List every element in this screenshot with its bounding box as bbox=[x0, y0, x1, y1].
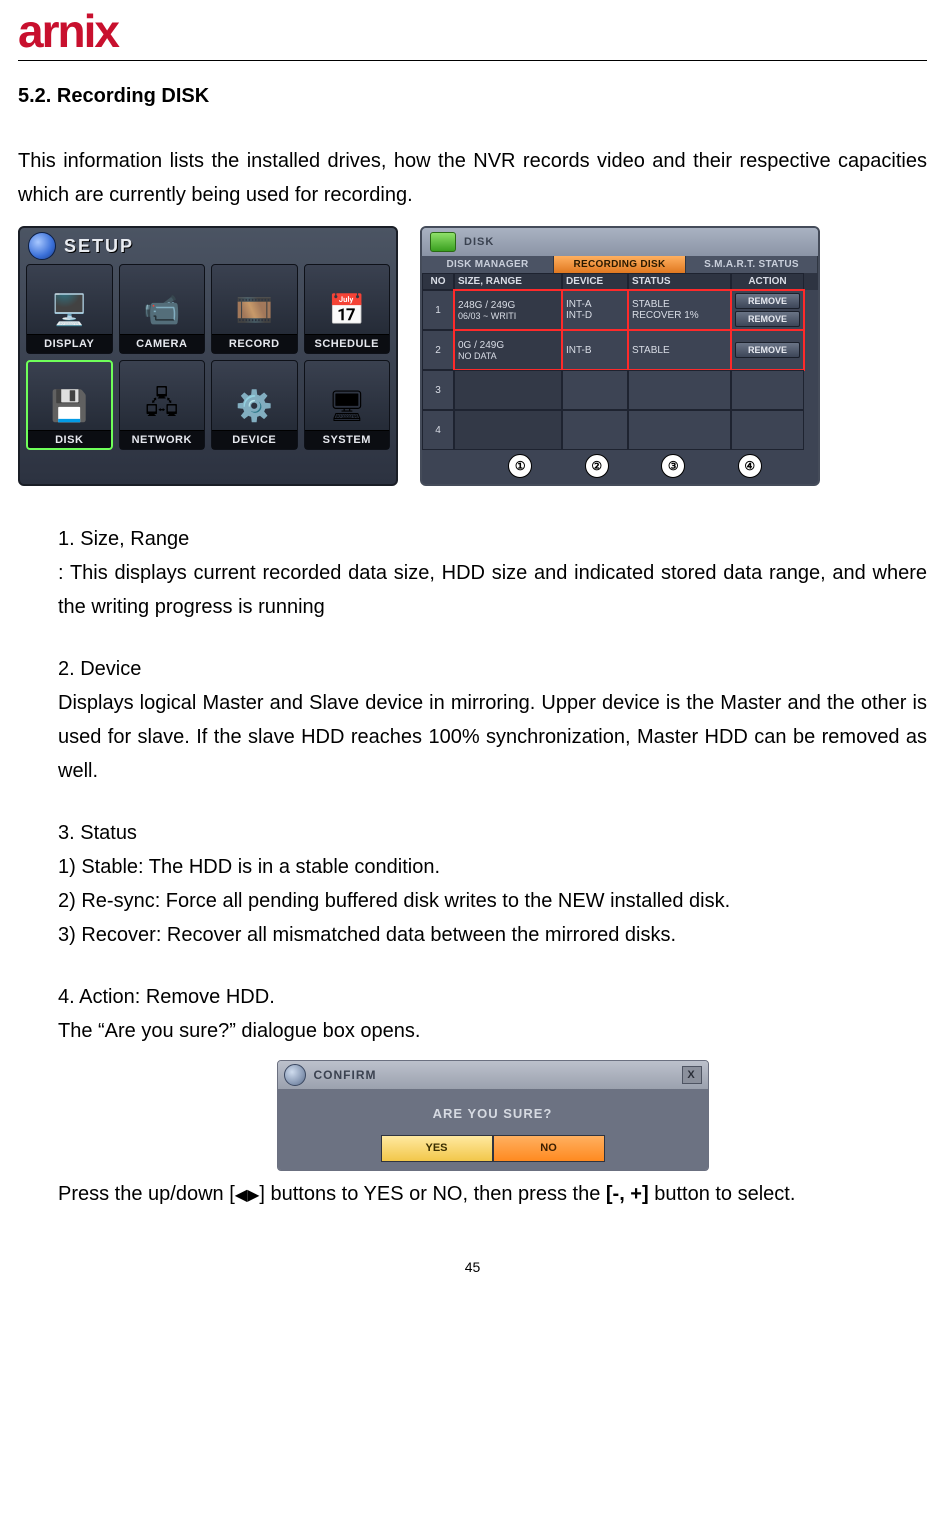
disk-cell-status: STABLE bbox=[628, 330, 731, 370]
callout-3: ③ bbox=[661, 454, 685, 478]
disk-cell-device bbox=[562, 410, 628, 450]
disk-cell-action: REMOVE REMOVE bbox=[731, 290, 804, 330]
disk-row: 4 bbox=[422, 410, 818, 450]
remove-button[interactable]: REMOVE bbox=[735, 342, 800, 358]
page-number: 45 bbox=[18, 1259, 927, 1275]
setup-item-network[interactable]: 🖧NETWORK bbox=[119, 360, 206, 450]
left-right-arrows-icon: ◀▶ bbox=[235, 1187, 260, 1204]
item4-body: The “Are you sure?” dialogue box opens. bbox=[58, 1020, 420, 1042]
item2-title: 2. Device bbox=[58, 658, 141, 680]
disk-cell-no: 4 bbox=[422, 410, 454, 450]
confirm-yes-button[interactable]: YES bbox=[381, 1135, 493, 1162]
confirm-close-button[interactable]: X bbox=[682, 1066, 702, 1084]
setup-item-device[interactable]: ⚙️DEVICE bbox=[211, 360, 298, 450]
section-heading: 5.2. Recording DISK bbox=[18, 85, 927, 108]
intro-paragraph: This information lists the installed dri… bbox=[18, 144, 927, 212]
display-icon: 🖥️ bbox=[43, 286, 95, 334]
setup-item-disk[interactable]: 💾DISK bbox=[26, 360, 113, 450]
disk-header-size: SIZE, RANGE bbox=[454, 273, 562, 290]
disk-row: 1248G / 249G06/03 ~ WRITIINT-AINT-DSTABL… bbox=[422, 290, 818, 330]
system-icon: 🖥 bbox=[321, 382, 373, 430]
item1-body: : This displays current recorded data si… bbox=[58, 562, 927, 618]
callout-2: ② bbox=[585, 454, 609, 478]
setup-item-system[interactable]: 🖥SYSTEM bbox=[304, 360, 391, 450]
disk-cell-size: 248G / 249G06/03 ~ WRITI bbox=[454, 290, 562, 330]
confirm-message: ARE YOU SURE? bbox=[278, 1103, 708, 1125]
setup-item-label: DISPLAY bbox=[27, 334, 112, 353]
record-icon: 🎞️ bbox=[228, 286, 280, 334]
disk-header-status: STATUS bbox=[628, 273, 731, 290]
setup-orb-icon bbox=[28, 232, 56, 260]
confirm-dialog: CONFIRM X ARE YOU SURE? YES NO bbox=[277, 1060, 709, 1171]
disk-cell-size: 0G / 249GNO DATA bbox=[454, 330, 562, 370]
disk-row: 20G / 249GNO DATAINT-BSTABLEREMOVE bbox=[422, 330, 818, 370]
header-divider bbox=[18, 60, 927, 61]
disk-tab-disk-manager[interactable]: DISK MANAGER bbox=[422, 256, 554, 273]
disk-cell-size bbox=[454, 410, 562, 450]
disk-cell-status: STABLERECOVER 1% bbox=[628, 290, 731, 330]
setup-item-camera[interactable]: 📹CAMERA bbox=[119, 264, 206, 354]
confirm-title: CONFIRM bbox=[314, 1065, 377, 1085]
disk-cell-status bbox=[628, 410, 731, 450]
disk-cell-device: INT-B bbox=[562, 330, 628, 370]
brand-logo: arnix bbox=[18, 0, 927, 58]
disk-cell-no: 1 bbox=[422, 290, 454, 330]
schedule-icon: 📅 bbox=[321, 286, 373, 334]
item2-body: Displays logical Master and Slave device… bbox=[58, 692, 927, 782]
item3-sub1: 1) Stable: The HDD is in a stable condit… bbox=[58, 856, 440, 878]
item4-title: 4. Action: Remove HDD. bbox=[58, 986, 275, 1008]
remove-button[interactable]: REMOVE bbox=[735, 293, 800, 309]
setup-item-label: RECORD bbox=[212, 334, 297, 353]
disk-panel: DISK DISK MANAGERRECORDING DISKS.M.A.R.T… bbox=[420, 226, 820, 486]
disk-cell-device bbox=[562, 370, 628, 410]
setup-item-label: NETWORK bbox=[120, 430, 205, 449]
setup-item-record[interactable]: 🎞️RECORD bbox=[211, 264, 298, 354]
setup-item-schedule[interactable]: 📅SCHEDULE bbox=[304, 264, 391, 354]
disk-cell-size bbox=[454, 370, 562, 410]
setup-title: SETUP bbox=[64, 236, 134, 257]
disk-header-action: ACTION bbox=[731, 273, 804, 290]
disk-row: 3 bbox=[422, 370, 818, 410]
disk-tab-recording-disk[interactable]: RECORDING DISK bbox=[554, 256, 686, 273]
network-icon: 🖧 bbox=[136, 382, 188, 430]
callout-4: ④ bbox=[738, 454, 762, 478]
setup-item-display[interactable]: 🖥️DISPLAY bbox=[26, 264, 113, 354]
setup-item-label: SYSTEM bbox=[305, 430, 390, 449]
press-line: Press the up/down [◀▶] buttons to YES or… bbox=[58, 1177, 927, 1211]
setup-item-label: DEVICE bbox=[212, 430, 297, 449]
disk-drive-icon bbox=[430, 232, 456, 252]
disk-cell-action bbox=[731, 370, 804, 410]
disk-cell-no: 2 bbox=[422, 330, 454, 370]
device-icon: ⚙️ bbox=[228, 382, 280, 430]
remove-button[interactable]: REMOVE bbox=[735, 311, 800, 327]
item3-sub3: 3) Recover: Recover all mismatched data … bbox=[58, 924, 676, 946]
disk-tab-s-m-a-r-t-status[interactable]: S.M.A.R.T. STATUS bbox=[686, 256, 818, 273]
item3-sub2: 2) Re-sync: Force all pending buffered d… bbox=[58, 890, 730, 912]
camera-icon: 📹 bbox=[136, 286, 188, 334]
confirm-no-button[interactable]: NO bbox=[493, 1135, 605, 1162]
confirm-orb-icon bbox=[284, 1064, 306, 1086]
disk-cell-action bbox=[731, 410, 804, 450]
setup-item-label: CAMERA bbox=[120, 334, 205, 353]
item1-title: 1. Size, Range bbox=[58, 528, 189, 550]
item3-title: 3. Status bbox=[58, 822, 137, 844]
disk-header-device: DEVICE bbox=[562, 273, 628, 290]
callout-1: ① bbox=[508, 454, 532, 478]
disk-cell-no: 3 bbox=[422, 370, 454, 410]
disk-cell-action: REMOVE bbox=[731, 330, 804, 370]
disk-title: DISK bbox=[464, 236, 494, 248]
setup-item-label: DISK bbox=[27, 430, 112, 449]
disk-cell-status bbox=[628, 370, 731, 410]
disk-cell-device: INT-AINT-D bbox=[562, 290, 628, 330]
disk-icon: 💾 bbox=[43, 382, 95, 430]
disk-header-no: NO bbox=[422, 273, 454, 290]
setup-item-label: SCHEDULE bbox=[305, 334, 390, 353]
setup-panel: SETUP 🖥️DISPLAY📹CAMERA🎞️RECORD📅SCHEDULE💾… bbox=[18, 226, 398, 486]
